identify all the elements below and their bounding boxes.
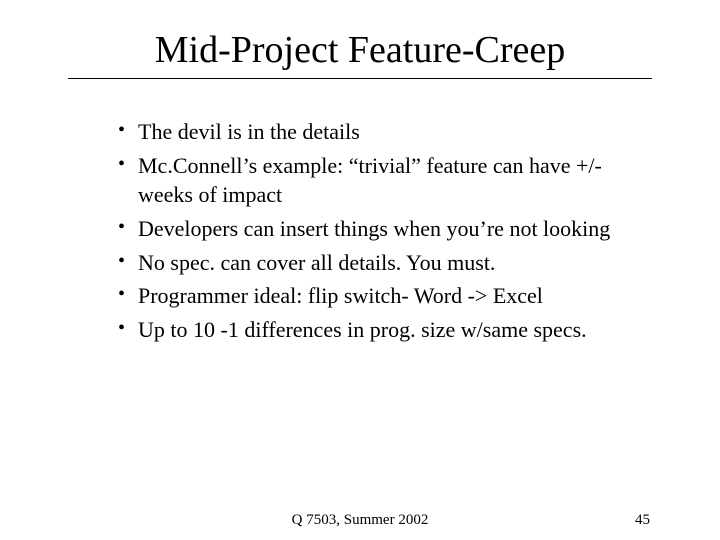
- list-item: No spec. can cover all details. You must…: [118, 248, 650, 278]
- list-item: Developers can insert things when you’re…: [118, 214, 650, 244]
- slide: Mid-Project Feature-Creep The devil is i…: [0, 0, 720, 540]
- list-item: The devil is in the details: [118, 117, 650, 147]
- title-underline: [68, 78, 652, 79]
- slide-title: Mid-Project Feature-Creep: [70, 28, 650, 72]
- footer-center-text: Q 7503, Summer 2002: [292, 512, 429, 529]
- list-item: Up to 10 -1 differences in prog. size w/…: [118, 315, 650, 345]
- list-item: Programmer ideal: flip switch- Word -> E…: [118, 281, 650, 311]
- list-item: Mc.Connell’s example: “trivial” feature …: [118, 151, 650, 210]
- bullet-list: The devil is in the details Mc.Connell’s…: [70, 117, 650, 345]
- page-number: 45: [635, 512, 650, 529]
